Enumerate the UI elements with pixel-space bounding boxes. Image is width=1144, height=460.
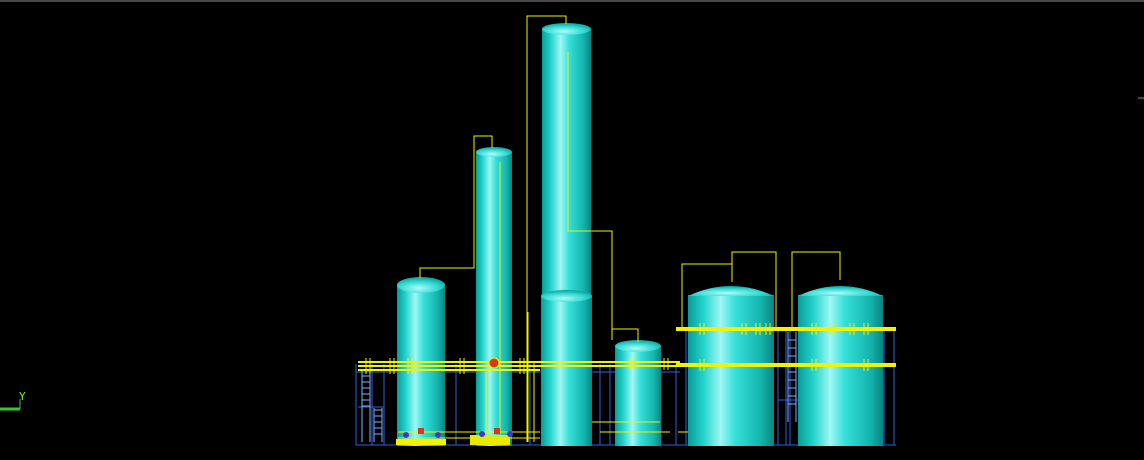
- plant-3d-model[interactable]: [0, 2, 1144, 460]
- vessel-small[interactable]: [615, 340, 661, 446]
- column-tall-left[interactable]: [476, 147, 512, 446]
- axis-triad-icon: [0, 399, 21, 411]
- cad-viewport[interactable]: Y: [0, 0, 1144, 458]
- ladder-right: [787, 332, 797, 422]
- vessel-center-mid[interactable]: [541, 290, 592, 446]
- axis-y-label: Y: [19, 390, 26, 403]
- valve-red[interactable]: [488, 357, 500, 369]
